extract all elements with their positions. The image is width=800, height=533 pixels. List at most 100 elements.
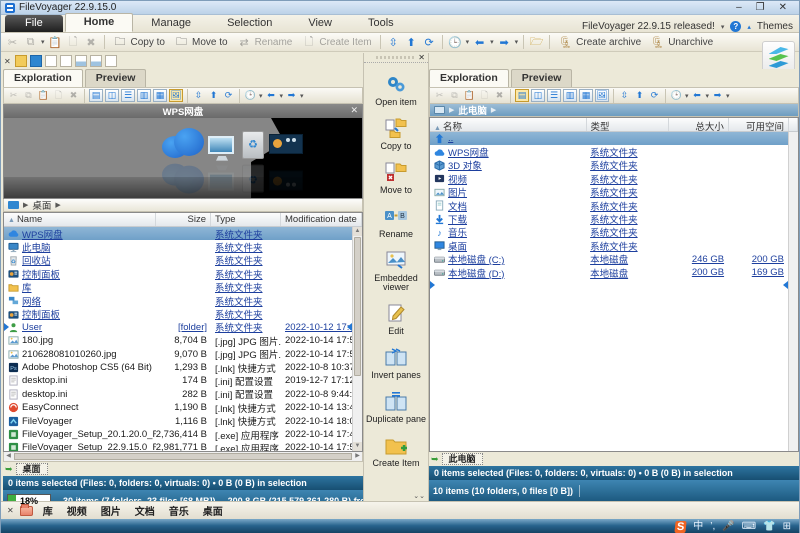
left-tab-preview[interactable]: Preview (85, 69, 147, 87)
file-row[interactable]: FileVoyager1,116 B[.lnk] 快捷方式2022-10-14 … (4, 414, 352, 427)
delete-icon[interactable]: ✖ (84, 35, 99, 50)
file-row[interactable]: EasyConnect1,190 B[.lnk] 快捷方式2022-10-14 … (4, 401, 352, 414)
left-layout-split-icon[interactable]: ◫ (105, 89, 119, 102)
file-row[interactable]: .. (430, 132, 788, 145)
right-layout-tiles-icon[interactable]: ▦ (579, 89, 593, 102)
edit-button[interactable]: Edit (364, 301, 428, 336)
file-row[interactable]: 此电脑系统文件夹 (4, 240, 352, 253)
move-to-button[interactable]: Move to (364, 160, 428, 195)
close-button[interactable]: ✕ (779, 2, 787, 13)
favorites-icon[interactable]: 🗁 (529, 35, 544, 50)
launcher-item-文档[interactable]: 文档 (135, 503, 155, 518)
refresh-icon[interactable]: ⟳ (422, 35, 437, 50)
maximize-button[interactable]: ❐ (756, 2, 765, 13)
right-forward-icon[interactable]: ➡ (711, 89, 724, 102)
right-history-icon[interactable]: 🕒 (670, 89, 683, 102)
file-row[interactable]: 视频系统文件夹 (430, 172, 788, 185)
right-delete-icon[interactable]: ✖ (493, 89, 506, 102)
move-to-button[interactable]: 🗀Move to (171, 34, 231, 51)
col-leixing[interactable]: 类型 (587, 118, 669, 131)
right-tab-exploration[interactable]: Exploration (429, 69, 509, 87)
scroll-down-icon[interactable]: ▼ (353, 442, 362, 451)
left-breadcrumb-item[interactable]: 桌面 (32, 198, 51, 212)
image-viewer-icon[interactable] (75, 55, 87, 67)
file-row[interactable]: 180.jpg8,704 B[.jpg] JPG 图片...2022-10-14… (4, 334, 352, 347)
col-type[interactable]: Type (211, 213, 281, 226)
embedded-viewer-button[interactable]: Embedded viewer (364, 248, 428, 292)
left-cut-icon[interactable]: ✂ (7, 89, 20, 102)
help-icon[interactable]: ? (730, 21, 741, 32)
right-layout-columns-icon[interactable]: ▥ (563, 89, 577, 102)
scroll-thumb[interactable] (354, 237, 361, 376)
file-row[interactable]: FileVoyager_Setup_20.1.20.0_Full.exe32,7… (4, 428, 352, 441)
launcher-close-icon[interactable]: ✕ (7, 506, 14, 515)
left-history-icon[interactable]: 🕒 (244, 89, 257, 102)
file-row[interactable]: 控制面板系统文件夹 (4, 307, 352, 320)
left-layout-preview-icon[interactable]: 🖼 (169, 89, 183, 102)
launcher-item-音乐[interactable]: 音乐 (169, 503, 189, 518)
file-row[interactable]: 文档系统文件夹 (430, 199, 788, 212)
left-folder-tab[interactable]: 桌面 (16, 463, 48, 475)
right-layout-list-icon[interactable]: ☰ (547, 89, 561, 102)
go-up-icon[interactable]: ⬆ (404, 35, 419, 50)
left-horizontal-scrollbar[interactable]: ◀ ▶ (3, 452, 363, 462)
file-row[interactable]: 本地磁盘 (D:)本地磁盘200 GB169 GB (430, 266, 788, 279)
cut-icon[interactable]: ✂ (5, 35, 20, 50)
right-copy-icon[interactable]: ⧉ (448, 89, 461, 102)
copy-dropdown-icon[interactable]: ▾ (41, 38, 45, 46)
file-row[interactable]: PsAdobe Photoshop CS5 (64 Bit)1,293 B[.l… (4, 361, 352, 374)
launcher-item-库[interactable]: 库 (43, 503, 53, 518)
release-dropdown-icon[interactable]: ▾ (721, 23, 725, 31)
text-viewer-icon[interactable] (45, 55, 57, 67)
minimize-button[interactable]: – (736, 2, 742, 13)
right-breadcrumb[interactable]: ▶ 此电脑 ▶ (429, 104, 799, 117)
left-up-icon[interactable]: ⬆ (207, 89, 220, 102)
file-row[interactable]: ♻回收站系统文件夹 (4, 254, 352, 267)
file-row[interactable]: 桌面系统文件夹 (430, 239, 788, 252)
create-archive-button[interactable]: 🗜Create archive (555, 34, 644, 51)
launcher-item-桌面[interactable]: 桌面 (203, 503, 223, 518)
toolbar-grip[interactable]: ✕ (364, 53, 428, 63)
right-add-tab-icon[interactable]: ➥ (431, 454, 439, 465)
dock-close-icon[interactable]: ✕ (4, 57, 11, 66)
right-layout-split-icon[interactable]: ◫ (531, 89, 545, 102)
left-delete-icon[interactable]: ✖ (67, 89, 80, 102)
back-icon[interactable]: ⬅ (472, 35, 487, 50)
create-item-button[interactable]: Create Item (364, 433, 428, 468)
collapse-all-icon[interactable]: ⇳ (386, 35, 401, 50)
right-vertical-scrollbar[interactable] (788, 132, 798, 451)
file-row[interactable]: 网络系统文件夹 (4, 294, 352, 307)
file-row[interactable]: 下载系统文件夹 (430, 212, 788, 225)
keyboard-icon[interactable]: ⌨ (742, 521, 756, 533)
sogou-logo-icon[interactable]: S (674, 521, 687, 533)
file-row[interactable]: 本地磁盘 (C:)本地磁盘246 GB200 GB (430, 253, 788, 266)
file-row[interactable]: User[folder]系统文件夹2022-10-12 17:1... (4, 321, 352, 334)
grid-icon[interactable]: ⊞ (783, 521, 791, 533)
microphone-icon[interactable]: 🎤 (722, 521, 734, 533)
preview-close-icon[interactable]: ✕ (350, 105, 358, 116)
scroll-left-icon[interactable]: ◀ (4, 452, 13, 461)
toolbar-overflow-icon[interactable]: ⌄⌄ (410, 492, 428, 501)
tab-file[interactable]: File (5, 15, 63, 32)
file-row[interactable]: desktop.ini174 B[.ini] 配置设置2019-12-7 17:… (4, 374, 352, 387)
left-copy-icon[interactable]: ⧉ (22, 89, 35, 102)
file-row[interactable]: 库系统文件夹 (4, 281, 352, 294)
forward-dropdown-icon[interactable]: ▾ (515, 38, 519, 46)
launcher-item-图片[interactable]: 图片 (101, 503, 121, 518)
launcher-folder-icon[interactable] (20, 506, 33, 516)
copy-icon[interactable]: ⧉ (23, 35, 38, 50)
col-moddate[interactable]: Modification date (281, 213, 362, 226)
unarchive-button[interactable]: 🗜Unarchive (647, 34, 716, 51)
left-layout-tiles-icon[interactable]: ▦ (153, 89, 167, 102)
col-mingcheng[interactable]: ▲名称 (430, 118, 587, 131)
chinese-mode-icon[interactable]: 中 (693, 521, 703, 533)
file-row[interactable]: 3D 对象系统文件夹 (430, 159, 788, 172)
hex-viewer-icon[interactable] (60, 55, 72, 67)
open-item-button[interactable]: Open item (364, 72, 428, 107)
add-tab-icon[interactable]: ➥ (5, 464, 13, 475)
right-new-icon[interactable]: 🗋 (478, 89, 491, 102)
forward-icon[interactable]: ➡ (497, 35, 512, 50)
scroll-up-icon[interactable]: ▲ (353, 227, 362, 236)
file-row[interactable]: 控制面板系统文件夹 (4, 267, 352, 280)
right-refresh-icon[interactable]: ⟳ (648, 89, 661, 102)
